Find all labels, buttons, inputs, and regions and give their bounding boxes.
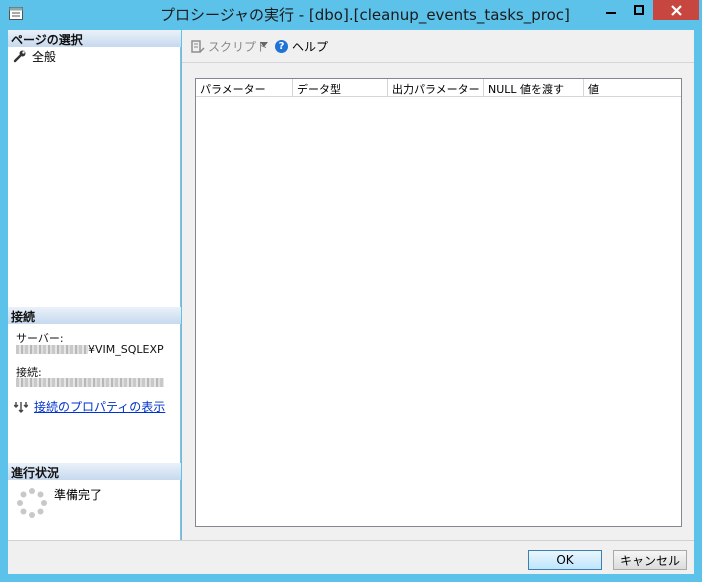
connection-icon [14,401,28,413]
window-title: プロシージャの実行 - [dbo].[cleanup_events_tasks_… [160,6,570,24]
page-select-header: ページの選択 [8,30,181,47]
grid-header: パラメーター データ型 出力パラメーター NULL 値を渡す 値 [196,79,681,97]
title-bar[interactable]: プロシージャの実行 - [dbo].[cleanup_events_tasks_… [0,0,702,30]
connection-properties-link[interactable]: 接続のプロパティの表示 [14,398,165,415]
server-instance: ¥VIM_SQLEXP [88,343,164,356]
progress-header: 進行状況 [8,463,181,480]
cancel-button[interactable]: キャンセル [613,550,687,570]
right-pane: スクリプト ? ヘルプ パラメーター データ型 出力パラメーター NULL 値を… [182,30,694,540]
column-header-parameter[interactable]: パラメーター [196,79,293,97]
connection-value [16,378,164,387]
progress-status: 準備完了 [54,488,103,502]
help-button[interactable]: ? ヘルプ [275,38,328,55]
server-name-redacted [16,345,88,354]
server-value: ¥VIM_SQLEXP [16,343,164,356]
button-bar: OK キャンセル [8,540,694,574]
script-label: スクリプト [208,40,269,54]
close-button[interactable] [653,0,699,20]
script-icon [191,39,205,53]
connection-properties-link-text[interactable]: 接続のプロパティの表示 [34,398,165,415]
parameters-grid[interactable]: パラメーター データ型 出力パラメーター NULL 値を渡す 値 [195,78,682,527]
page-item-label: 全般 [32,49,57,64]
maximize-icon [633,5,644,15]
app-icon [9,7,23,20]
dialog-window: プロシージャの実行 - [dbo].[cleanup_events_tasks_… [0,0,702,582]
script-button[interactable]: スクリプト [191,38,268,55]
column-header-value[interactable]: 値 [584,79,681,97]
progress-spinner-icon [17,488,47,518]
minimize-button[interactable] [597,0,624,20]
connection-header: 接続 [8,307,181,324]
minimize-icon [605,12,616,14]
column-header-data-type[interactable]: データ型 [293,79,388,97]
ok-button[interactable]: OK [528,550,602,570]
help-label: ヘルプ [292,40,329,54]
page-item-general[interactable]: 全般 [13,48,56,64]
help-icon: ? [275,40,288,53]
toolbar: スクリプト ? ヘルプ [182,30,694,63]
close-icon [670,4,682,16]
connection-user-redacted [16,378,164,387]
left-pane: ページの選択 全般 接続 サーバー: ¥VIM_SQLEXP 接続: 接続のプロ… [8,30,181,540]
chevron-down-icon[interactable] [260,42,268,48]
column-header-pass-null[interactable]: NULL 値を渡す [484,79,584,97]
wrench-icon [13,50,26,63]
column-header-output-parameter[interactable]: 出力パラメーター [388,79,484,97]
maximize-button[interactable] [625,0,652,20]
